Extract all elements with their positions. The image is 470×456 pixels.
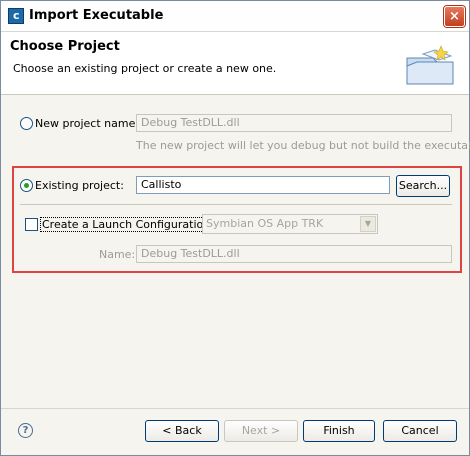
wizard-folder-icon — [406, 45, 454, 85]
finish-button[interactable]: Finish — [303, 420, 375, 442]
title-bar: c Import Executable × — [1, 1, 469, 32]
help-icon[interactable]: ? — [18, 423, 33, 438]
page-title: Choose Project — [10, 39, 120, 54]
app-icon: c — [8, 8, 24, 24]
next-button[interactable]: Next > — [224, 420, 298, 442]
launch-config-checkbox[interactable] — [25, 218, 38, 231]
launch-name-label: Name: — [99, 248, 136, 261]
existing-project-radio[interactable] — [20, 179, 33, 192]
search-button[interactable]: Search... — [396, 175, 450, 197]
back-button[interactable]: < Back — [145, 420, 219, 442]
page-description: Choose an existing project or create a n… — [13, 62, 277, 75]
window-title: Import Executable — [29, 8, 164, 23]
cancel-button[interactable]: Cancel — [383, 420, 457, 442]
launch-config-combo-value: Symbian OS App TRK — [206, 217, 324, 230]
wizard-header: Choose Project Choose an existing projec… — [1, 32, 469, 95]
separator — [20, 204, 452, 205]
close-button[interactable]: × — [444, 6, 465, 27]
footer-separator — [1, 408, 469, 409]
launch-name-field[interactable]: Debug TestDLL.dll — [136, 245, 452, 263]
launch-config-label[interactable]: Create a Launch Configuration. — [40, 217, 216, 232]
chevron-down-icon[interactable]: ▼ — [360, 216, 376, 232]
new-project-name-field[interactable]: Debug TestDLL.dll — [136, 114, 452, 132]
import-executable-dialog: c Import Executable × Choose Project Cho… — [0, 0, 470, 456]
existing-project-label: Existing project: — [35, 179, 124, 192]
new-project-label: New project name: — [35, 117, 140, 130]
launch-config-combo[interactable]: Symbian OS App TRK ▼ — [202, 214, 378, 234]
new-project-hint: The new project will let you debug but n… — [136, 139, 470, 152]
new-project-radio[interactable] — [20, 117, 33, 130]
existing-project-field[interactable]: Callisto — [136, 176, 390, 194]
